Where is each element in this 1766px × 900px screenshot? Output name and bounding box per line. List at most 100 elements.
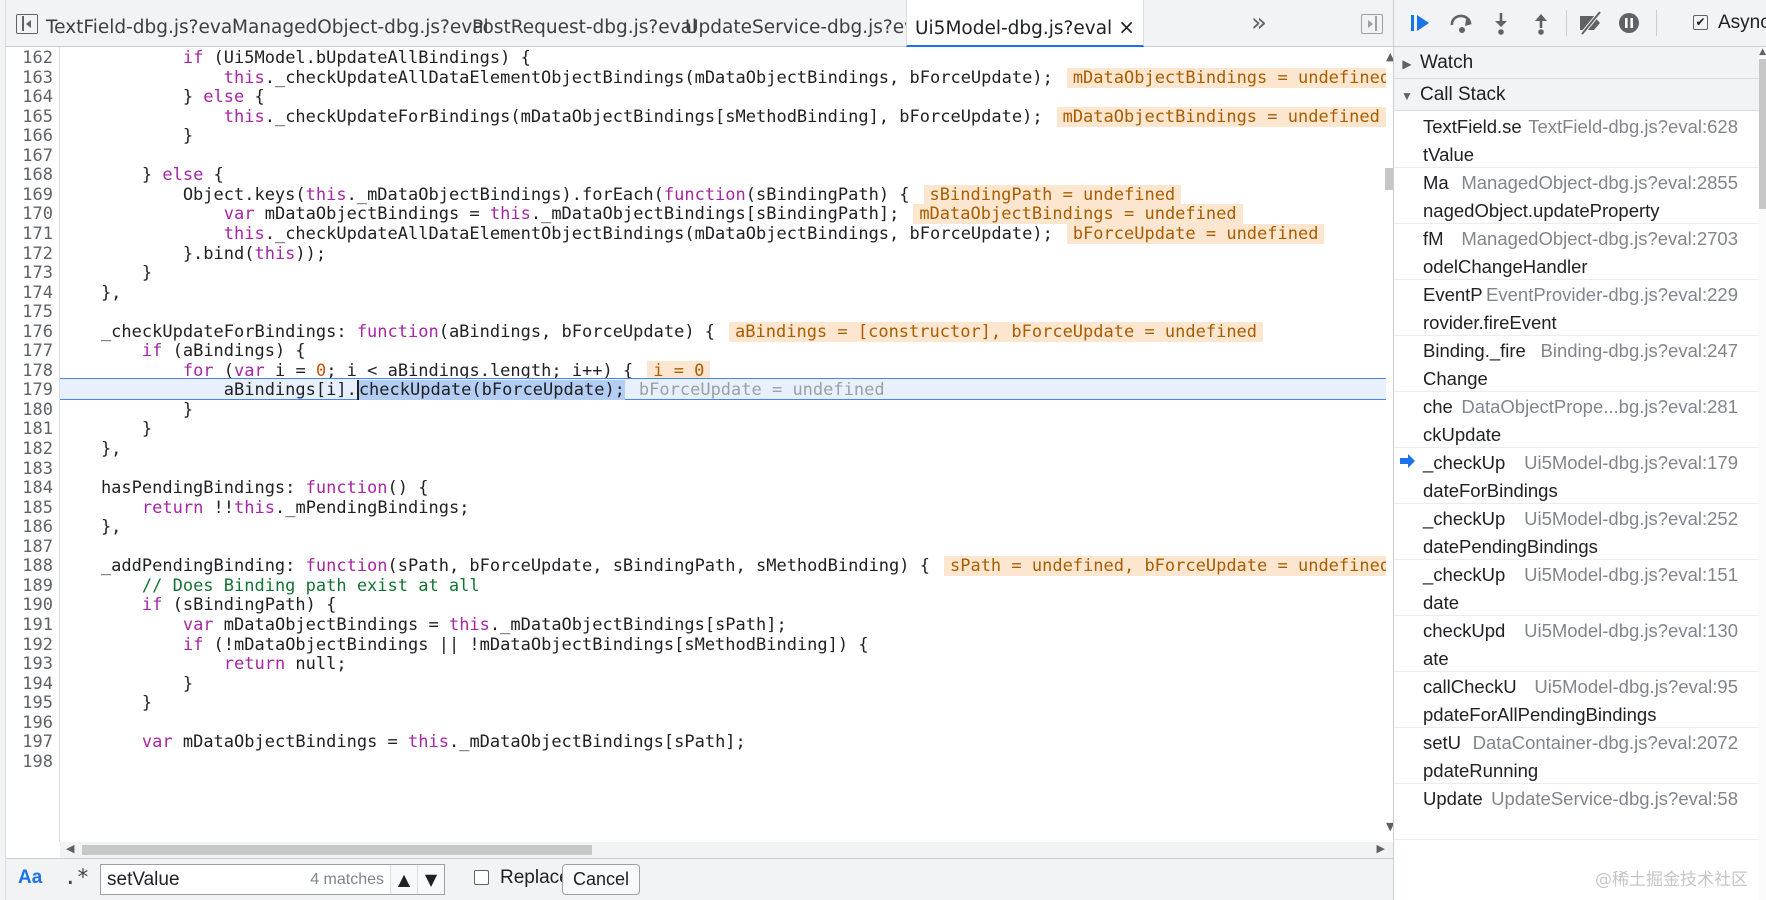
pause-on-exceptions-icon[interactable] xyxy=(1616,10,1642,36)
code-line[interactable]: this._checkUpdateAllDataElementObjectBin… xyxy=(60,223,1393,245)
line-number[interactable]: 166 xyxy=(22,125,53,147)
line-number[interactable]: 171 xyxy=(22,223,53,245)
line-number[interactable]: 190 xyxy=(22,594,53,616)
editor-vertical-scrollbar[interactable] xyxy=(1386,47,1393,842)
scroll-up-arrow-icon[interactable]: ▲ xyxy=(1759,47,1766,57)
replace-checkbox[interactable] xyxy=(474,870,489,885)
line-number[interactable]: 188 xyxy=(22,555,53,577)
code-line[interactable]: if (aBindings) { xyxy=(60,340,1393,362)
sidebar-scrollbar[interactable]: ▲ xyxy=(1759,47,1766,900)
code-token: var xyxy=(141,732,173,752)
call-frame[interactable]: checkUpd Ui5Model-dbg.js?eval:130 ate xyxy=(1394,616,1760,672)
current-execution-line[interactable]: aBindings[i]. checkUpdate(bForceUpdate); b… xyxy=(60,378,1393,400)
code-token: Object.keys( xyxy=(60,185,306,205)
line-number[interactable]: 164 xyxy=(22,86,53,108)
toggle-navigator-icon[interactable] xyxy=(16,14,38,34)
code-line[interactable]: if (Ui5Model.bUpdateAllBindings) { xyxy=(60,47,1393,69)
code-line[interactable]: if (sBindingPath) { xyxy=(60,594,1393,616)
call-frame[interactable]: fM ManagedObject-dbg.js?eval:2703 odelChan… xyxy=(1394,224,1760,280)
call-frame[interactable]: Ma ManagedObject-dbg.js?eval:2855 nagedObj… xyxy=(1394,168,1760,224)
call-frame[interactable]: EventP EventProvider-dbg.js?eval:229 rovid… xyxy=(1394,280,1760,336)
next-match-button[interactable]: ▼ xyxy=(417,865,444,894)
code-line[interactable]: } xyxy=(60,418,1393,440)
match-case-button[interactable]: Aa xyxy=(18,867,42,889)
call-frame[interactable]: _checkUp Ui5Model-dbg.js?eval:151 date xyxy=(1394,560,1760,616)
step-out-icon[interactable] xyxy=(1530,10,1552,36)
line-number[interactable]: 179 xyxy=(22,379,53,401)
line-number[interactable]: 175 xyxy=(22,301,53,323)
vertical-scroll-thumb[interactable] xyxy=(1385,168,1393,190)
horizontal-scroll-thumb[interactable] xyxy=(82,845,592,855)
line-number[interactable]: 181 xyxy=(22,418,53,440)
cancel-button[interactable]: Cancel xyxy=(562,864,641,895)
call-frame[interactable]: _checkUp Ui5Model-dbg.js?eval:179 dateForB… xyxy=(1394,448,1760,504)
code-line[interactable] xyxy=(60,301,1393,323)
call-frame[interactable]: che DataObjectPrope...bg.js?eval:281 ckUpd… xyxy=(1394,392,1760,448)
tab-4[interactable]: UpdateService-dbg.js?eval xyxy=(685,0,932,47)
code-line[interactable]: } else { xyxy=(60,164,1393,186)
regex-button[interactable]: .* xyxy=(64,865,89,889)
code-line[interactable]: } xyxy=(60,692,1393,714)
tab-3[interactable]: PostRequest-dbg.js?eval xyxy=(472,0,697,47)
call-frame[interactable]: setU DataContainer-dbg.js?eval:2072 pdateR… xyxy=(1394,728,1760,784)
tab-2[interactable]: ManagedObject-dbg.js?eval xyxy=(232,0,489,47)
line-number[interactable]: 193 xyxy=(22,653,53,675)
code-line[interactable]: var mDataObjectBindings = this._mDataObj… xyxy=(60,614,1393,636)
step-into-icon[interactable] xyxy=(1490,10,1512,36)
line-number[interactable]: 191 xyxy=(22,614,53,636)
line-number-gutter[interactable]: 162 163 164 165 166 167 168 169 170 171 172 173 174 1… xyxy=(6,47,60,842)
call-frame[interactable]: Binding._fire Binding-dbg.js?eval:247 Chan… xyxy=(1394,336,1760,392)
line-number[interactable]: 186 xyxy=(22,516,53,538)
code-token: (aBindings, bForceUpdate) { xyxy=(438,322,716,342)
line-number[interactable]: 197 xyxy=(22,731,53,753)
code-line[interactable]: _addPendingBinding: function(sPath, bFor… xyxy=(60,555,1393,577)
tab-5[interactable]: Ui5Model-dbg.js?eval × xyxy=(906,0,1144,47)
code-line[interactable]: }, xyxy=(60,438,1393,460)
code-line[interactable]: } xyxy=(60,125,1393,147)
tab-overflow-button[interactable]: » xyxy=(1251,8,1267,38)
line-number[interactable]: 170 xyxy=(22,203,53,225)
call-frame[interactable]: Update UpdateService-dbg.js?eval:58 xyxy=(1394,784,1760,840)
code-line[interactable]: var mDataObjectBindings = this._mDataObj… xyxy=(60,731,1393,753)
close-tab-icon[interactable]: × xyxy=(1118,15,1135,39)
step-over-icon[interactable] xyxy=(1448,10,1476,36)
tab-1[interactable]: TextField-dbg.js?eval xyxy=(46,0,237,47)
toggle-debugger-icon[interactable] xyxy=(1361,14,1383,34)
sidebar-scroll-thumb[interactable] xyxy=(1759,59,1766,209)
code-lines[interactable]: if (Ui5Model.bUpdateAllBindings) { this.… xyxy=(60,47,1393,842)
code-token: if xyxy=(141,595,163,615)
call-frame[interactable]: _checkUp Ui5Model-dbg.js?eval:252 datePend… xyxy=(1394,504,1760,560)
code-line[interactable]: return null; xyxy=(60,653,1393,675)
line-number[interactable]: 168 xyxy=(22,164,53,186)
editor-horizontal-scrollbar[interactable]: ◀ ▶ xyxy=(60,842,1393,858)
code-line[interactable] xyxy=(60,751,1393,773)
line-number[interactable]: 177 xyxy=(22,340,53,362)
line-number[interactable]: 162 xyxy=(22,47,53,69)
call-frame[interactable]: callCheckU Ui5Model-dbg.js?eval:95 pdateFo… xyxy=(1394,672,1760,728)
code-token: ._checkUpdateAllDataElementObjectBinding… xyxy=(264,224,1053,244)
frame-function-name-continued: datePendingBindings xyxy=(1423,536,1598,557)
line-number[interactable]: 173 xyxy=(22,262,53,284)
frame-function-name: setU xyxy=(1423,732,1462,753)
previous-match-button[interactable]: ▲ xyxy=(390,865,417,894)
code-line[interactable]: } xyxy=(60,262,1393,284)
code-editor[interactable]: 162 163 164 165 166 167 168 169 170 171 172 173 174 1… xyxy=(6,47,1393,842)
line-number[interactable]: 182 xyxy=(22,438,53,460)
code-line[interactable]: hasPendingBindings: function() { xyxy=(60,477,1393,499)
line-number[interactable]: 195 xyxy=(22,692,53,714)
call-frame[interactable]: TextField.se TextField-dbg.js?eval:628 tVa… xyxy=(1394,112,1760,168)
resume-icon[interactable] xyxy=(1408,10,1434,36)
code-line[interactable]: } else { xyxy=(60,86,1393,108)
scroll-right-arrow-icon[interactable]: ▶ xyxy=(1377,842,1385,855)
call-stack-section-header[interactable]: ▼ Call Stack xyxy=(1394,79,1760,111)
line-number[interactable]: 198 xyxy=(22,751,53,773)
code-line[interactable]: var mDataObjectBindings = this._mDataObj… xyxy=(60,203,1393,225)
scroll-left-arrow-icon[interactable]: ◀ xyxy=(66,842,74,855)
deactivate-breakpoints-icon[interactable] xyxy=(1576,10,1606,36)
code-line[interactable]: }, xyxy=(60,516,1393,538)
search-input[interactable] xyxy=(107,868,307,892)
async-checkbox[interactable]: ✔ xyxy=(1693,15,1708,30)
line-number[interactable]: 184 xyxy=(22,477,53,499)
watch-section-header[interactable]: ▶ Watch xyxy=(1394,47,1760,79)
inline-value: mDataObjectBindings = undefined xyxy=(1066,68,1393,88)
